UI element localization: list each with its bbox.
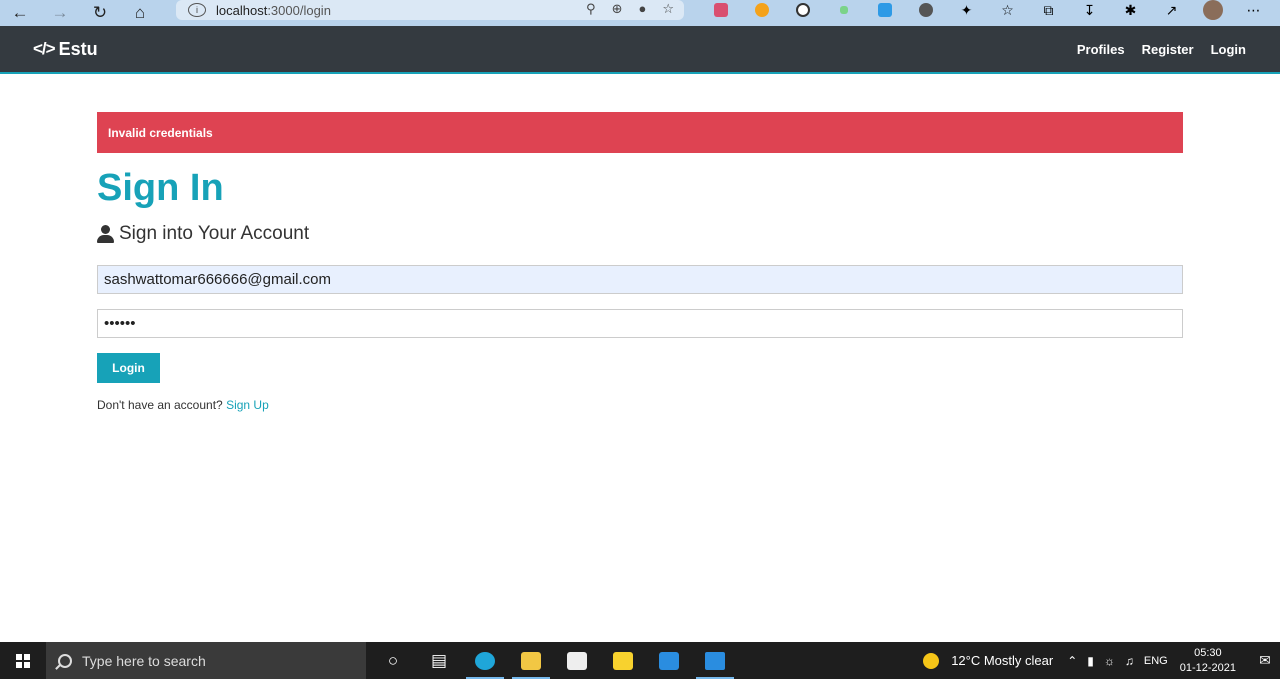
collections-icon[interactable]: ⧉: [1028, 2, 1069, 19]
home-icon[interactable]: ⌂: [120, 2, 160, 24]
zoom-icon[interactable]: ⊕: [612, 1, 623, 17]
performance-icon[interactable]: ✱: [1110, 2, 1151, 19]
key-icon[interactable]: ⚲: [586, 1, 596, 17]
email-input[interactable]: [97, 265, 1183, 294]
wifi-icon[interactable]: ☼: [1104, 654, 1115, 668]
system-tray: 12°C Mostly clear ⌃ ▮ ☼ ♫ ENG 05:30 01-1…: [923, 642, 1280, 679]
error-alert: Invalid credentials: [97, 112, 1183, 153]
brand-name: Estu: [58, 38, 98, 59]
microsoft-store-icon[interactable]: [554, 642, 600, 679]
clock[interactable]: 05:30 01-12-2021: [1180, 646, 1236, 676]
nav-link-register[interactable]: Register: [1142, 42, 1194, 57]
favorite-add-icon[interactable]: ☆: [662, 1, 674, 17]
signup-prompt: Don't have an account? Sign Up: [97, 398, 1183, 412]
signup-prompt-text: Don't have an account?: [97, 398, 223, 412]
login-button[interactable]: Login: [97, 353, 160, 383]
more-menu-icon[interactable]: ⋯: [1233, 2, 1274, 19]
extension-mouse-icon[interactable]: [782, 3, 823, 17]
nav-links: Profiles Register Login: [1077, 26, 1246, 72]
language-indicator[interactable]: ENG: [1144, 655, 1168, 667]
address-actions: ⚲ ⊕ ● ☆: [586, 1, 674, 17]
weather-moon-icon[interactable]: [923, 652, 940, 669]
reload-icon[interactable]: ↻: [80, 2, 120, 24]
chevron-up-icon[interactable]: ⌃: [1067, 654, 1077, 668]
windows-taskbar: Type here to search ○ ▤ 12°C Mostly clea…: [0, 642, 1280, 679]
nav-link-login[interactable]: Login: [1211, 42, 1246, 57]
extension-pen-icon[interactable]: [864, 3, 905, 17]
extension-orange-icon[interactable]: [741, 3, 782, 17]
extension-color-icon[interactable]: [700, 3, 741, 17]
code-icon: </>: [33, 39, 56, 58]
back-icon[interactable]: ←: [0, 2, 40, 24]
nav-link-profiles[interactable]: Profiles: [1077, 42, 1125, 57]
address-url[interactable]: localhost:3000/login: [216, 3, 331, 18]
extension-dots-icon[interactable]: [823, 6, 864, 14]
browser-toolbar: ← → ↻ ⌂ i localhost:3000/login ⚲ ⊕ ● ☆ ✦…: [0, 0, 1280, 26]
downloads-icon[interactable]: ↧: [1069, 2, 1110, 19]
volume-icon[interactable]: ♫: [1125, 654, 1134, 668]
sticky-notes-icon[interactable]: [600, 642, 646, 679]
extension-icons: ✦ ☆ ⧉ ↧ ✱ ↗ ⋯: [700, 0, 1274, 20]
app-navbar: </> Estu Profiles Register Login: [0, 26, 1280, 74]
tracking-icon[interactable]: ●: [638, 1, 646, 17]
password-input[interactable]: [97, 309, 1183, 338]
weather-text[interactable]: 12°C Mostly clear: [951, 653, 1053, 668]
profile-avatar-icon[interactable]: [1192, 0, 1233, 20]
signup-link[interactable]: Sign Up: [226, 398, 269, 412]
vscode-icon[interactable]: [692, 642, 738, 679]
user-icon: [97, 225, 114, 243]
edge-browser-icon[interactable]: [462, 642, 508, 679]
clock-date: 01-12-2021: [1179, 661, 1236, 674]
address-bar[interactable]: i localhost:3000/login ⚲ ⊕ ● ☆: [176, 0, 684, 20]
cortana-icon[interactable]: ○: [370, 642, 416, 679]
login-container: Invalid credentials Sign In Sign into Yo…: [97, 112, 1183, 412]
task-view-icon[interactable]: ▤: [416, 642, 462, 679]
notification-icon[interactable]: ✉: [1250, 642, 1280, 679]
brand-link[interactable]: </> Estu: [33, 39, 98, 60]
forward-icon[interactable]: →: [40, 2, 80, 24]
taskbar-apps: ○ ▤: [370, 642, 738, 679]
taskbar-search[interactable]: Type here to search: [46, 642, 366, 679]
search-placeholder: Type here to search: [82, 652, 206, 669]
site-info-icon[interactable]: i: [188, 3, 206, 17]
mail-icon[interactable]: [646, 642, 692, 679]
search-icon: [58, 653, 72, 668]
clock-time: 05:30: [1194, 646, 1222, 659]
share-icon[interactable]: ↗: [1151, 2, 1192, 19]
windows-start-icon[interactable]: [0, 642, 46, 679]
file-explorer-icon[interactable]: [508, 642, 554, 679]
page-title: Sign In: [97, 167, 224, 209]
extensions-puzzle-icon[interactable]: ✦: [946, 2, 987, 19]
lead-label: Sign into Your Account: [119, 223, 310, 244]
extension-circles-icon[interactable]: [905, 3, 946, 17]
battery-icon[interactable]: ▮: [1087, 654, 1094, 668]
lead-text: Sign into Your Account: [97, 223, 1183, 245]
favorites-icon[interactable]: ☆: [987, 2, 1028, 19]
